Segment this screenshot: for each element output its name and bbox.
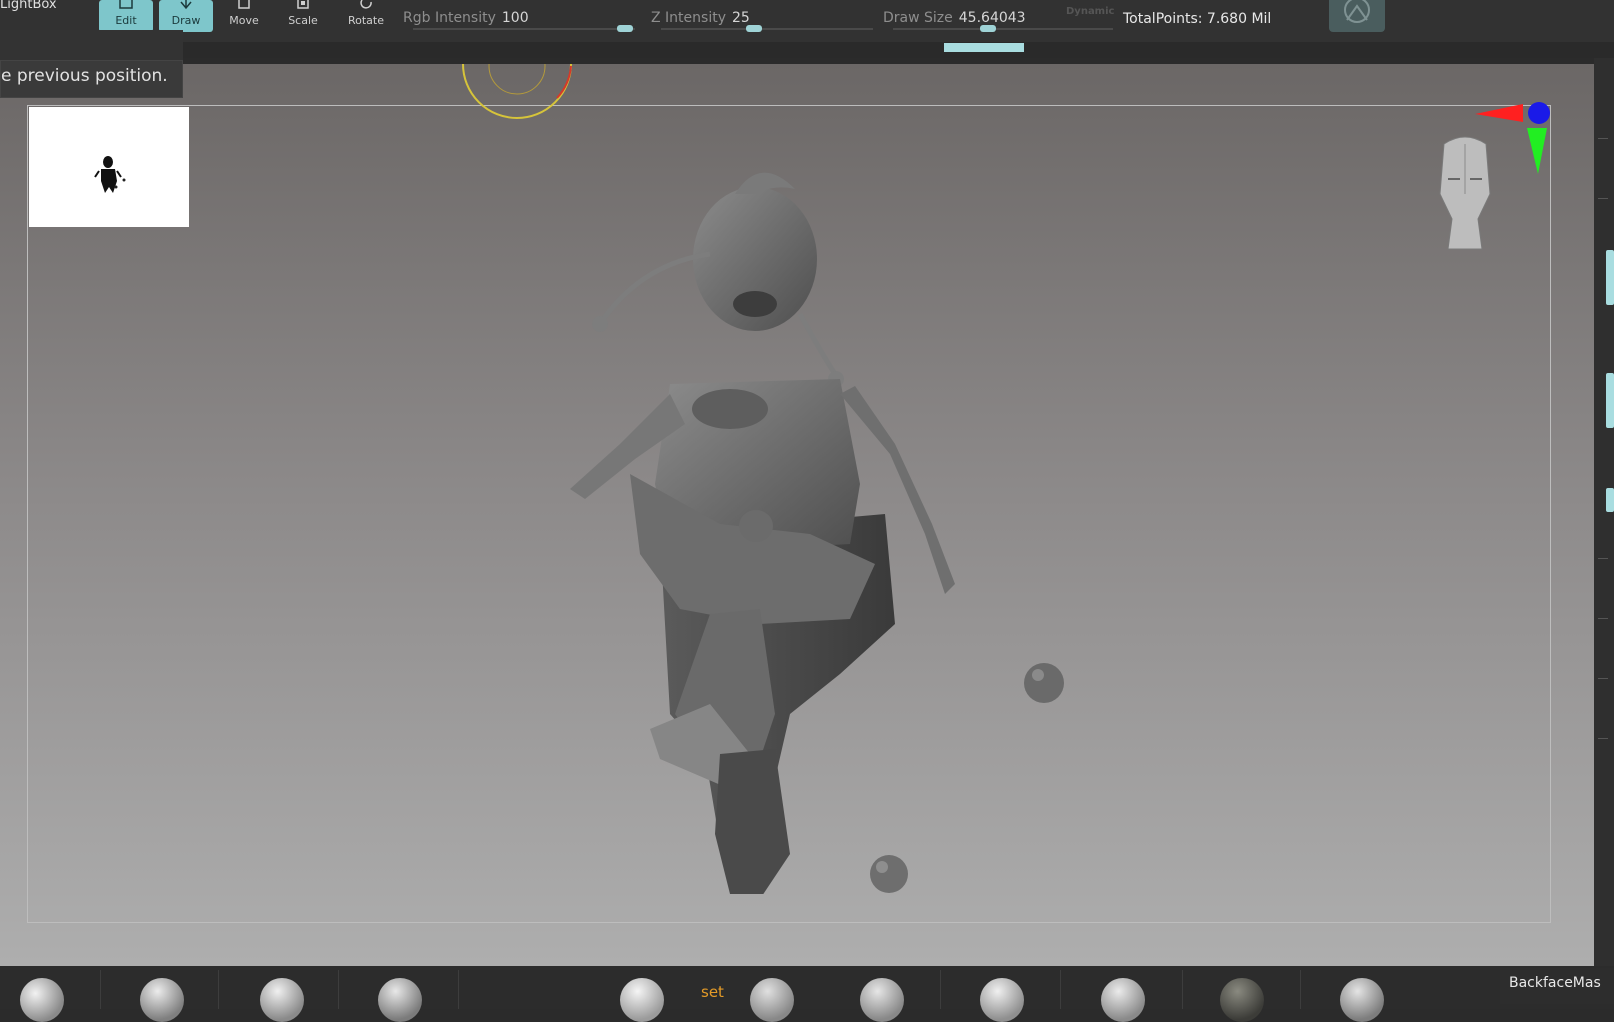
draw-size-knob[interactable] (980, 25, 996, 32)
total-points-readout: TotalPoints: 7.680 Mil (1123, 11, 1272, 27)
shelf-divider (940, 970, 941, 1009)
scale-button[interactable]: Scale (276, 0, 330, 32)
z-intensity-track (661, 28, 873, 30)
scale-label: Scale (288, 14, 318, 27)
brush-damstandard-icon[interactable] (378, 978, 422, 1022)
z-intensity-value: 25 (731, 10, 750, 26)
edit-button[interactable]: Edit (99, 0, 153, 32)
draw-size-indicator (944, 43, 1024, 52)
brush-smooth-icon[interactable] (620, 978, 664, 1022)
brush-clay-icon[interactable] (140, 978, 184, 1022)
tray-divider (1598, 678, 1608, 679)
tooltip-background (0, 30, 183, 62)
draw-label: Draw (171, 14, 201, 27)
z-intensity-label: Z Intensity 25 (651, 10, 750, 26)
material-matcap-icon[interactable] (1101, 978, 1145, 1022)
draw-size-label: Draw Size 45.64043 (883, 10, 1026, 26)
fruit-object-2[interactable] (867, 854, 911, 894)
rotate-button[interactable]: Rotate (339, 0, 393, 32)
right-tray[interactable] (1594, 58, 1614, 1009)
shelf-divider (1300, 970, 1301, 1009)
brush-inflate-icon[interactable] (860, 978, 904, 1022)
brush-move-icon[interactable] (260, 978, 304, 1022)
rgb-intensity-value: 100 (501, 10, 529, 26)
move-label: Move (229, 14, 259, 27)
draw-icon (159, 0, 213, 14)
shelf-divider (218, 970, 219, 1009)
move-button[interactable]: Move (217, 0, 271, 32)
brush-standard-icon[interactable] (20, 978, 64, 1022)
brush-pinch-icon[interactable] (750, 978, 794, 1022)
dynamic-toggle[interactable]: Dynamic (1066, 6, 1114, 17)
tray-divider (1598, 618, 1608, 619)
sculpt-model[interactable] (560, 154, 1060, 894)
perspective-button[interactable] (1329, 0, 1385, 32)
rgb-intensity-track (413, 28, 635, 30)
thumbnail-silhouette-icon (94, 156, 126, 193)
scale-icon (276, 0, 330, 14)
z-intensity-knob[interactable] (746, 25, 762, 32)
tray-tab-1[interactable] (1606, 250, 1614, 305)
shelf-divider (1060, 970, 1061, 1009)
toolbar-lower-strip (0, 42, 1614, 58)
rgb-intensity-slider[interactable]: Rgb Intensity 100 (403, 6, 635, 36)
edit-icon (99, 0, 153, 14)
navigation-thumbnail[interactable] (29, 107, 189, 227)
lightbox-button[interactable]: LightBox (0, 0, 57, 12)
tooltip: e previous position. (0, 60, 183, 98)
draw-button[interactable]: Draw (159, 0, 213, 32)
navigation-circle-icon[interactable] (455, 64, 585, 124)
tooltip-text: e previous position. (1, 66, 168, 86)
material-basic-icon[interactable] (980, 978, 1024, 1022)
tray-divider (1598, 738, 1608, 739)
material-skin-icon[interactable] (1340, 978, 1384, 1022)
tray-divider (1598, 198, 1608, 199)
rgb-intensity-label: Rgb Intensity 100 (403, 10, 529, 26)
tray-divider (1598, 138, 1608, 139)
draw-size-value: 45.64043 (958, 10, 1026, 26)
rgb-intensity-knob[interactable] (617, 25, 633, 32)
draw-size-track (893, 28, 1113, 30)
tray-tab-2[interactable] (1606, 373, 1614, 428)
status-message: set (701, 983, 724, 1001)
head-orientation-icon[interactable] (1430, 134, 1500, 254)
shelf-divider (100, 970, 101, 1009)
edit-label: Edit (115, 14, 137, 27)
shelf-divider (458, 970, 459, 1009)
rotate-label: Rotate (347, 14, 384, 27)
move-icon (217, 0, 271, 14)
perspective-icon (1344, 0, 1370, 23)
tray-divider (1598, 558, 1608, 559)
rotate-icon (339, 0, 393, 14)
z-intensity-slider[interactable]: Z Intensity 25 (651, 6, 873, 36)
tray-tab-3[interactable] (1606, 488, 1614, 512)
backface-mask-button[interactable]: BackfaceMas (1500, 968, 1614, 1004)
top-toolbar: LightBox Edit Draw Move Scale Rotate Rgb… (0, 0, 1614, 58)
bottom-shelf: set BackfaceMas (0, 966, 1614, 1022)
material-dark-icon[interactable] (1220, 978, 1264, 1022)
shelf-divider (338, 970, 339, 1009)
canvas-viewport[interactable] (0, 64, 1594, 966)
shelf-divider (1182, 970, 1183, 1009)
fruit-object-1[interactable] (1022, 661, 1066, 705)
